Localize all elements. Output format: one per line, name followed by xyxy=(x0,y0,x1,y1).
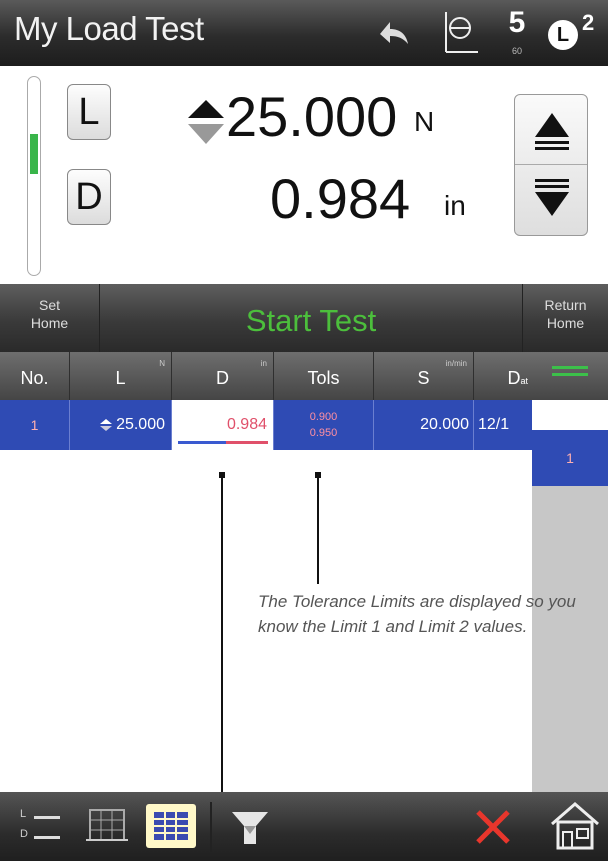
filter-icon[interactable] xyxy=(228,806,272,850)
home-icon[interactable] xyxy=(548,800,602,852)
title-bar: My Load Test 5 60 L 2 xyxy=(0,0,608,66)
col-header-speed-label: S xyxy=(417,368,430,388)
row-displacement: 0.984 xyxy=(172,400,274,450)
col-header-disp-label: D xyxy=(216,368,229,388)
return-home-label-2: Home xyxy=(546,315,585,331)
jog-down-button[interactable] xyxy=(515,165,587,235)
return-home-label-1: Return xyxy=(544,297,587,313)
page-title: My Load Test xyxy=(14,10,204,47)
tolerance-leader-dot xyxy=(315,472,321,478)
row-tolerances: 0.900 0.950 xyxy=(274,400,374,450)
load-unit: N xyxy=(414,106,435,137)
row-number: 1 xyxy=(0,400,70,450)
jog-control xyxy=(514,94,588,236)
chart-reference-icon[interactable] xyxy=(440,8,480,58)
command-bar: Set Home Start Test Return Home xyxy=(0,284,608,352)
column-menu-button[interactable] xyxy=(532,352,608,400)
menu-lines-icon xyxy=(552,366,588,376)
load-reading: 25.000 xyxy=(226,85,398,148)
jog-down-icon xyxy=(535,179,569,216)
row-displacement-value: 0.984 xyxy=(226,416,267,433)
return-home-button[interactable]: Return Home xyxy=(522,284,608,352)
tension-compression-icon xyxy=(100,418,113,431)
tolerance-callout: The Tolerance Limits are displayed so yo… xyxy=(258,592,576,636)
col-header-tols-label: Tols xyxy=(307,368,340,388)
set-home-label-1: Set xyxy=(38,297,60,313)
page-indicator[interactable]: 1 xyxy=(532,430,608,486)
row-load-value: 25.000 xyxy=(116,416,165,433)
col-header-no-label: No. xyxy=(20,368,49,388)
col-header-disp-unit: in xyxy=(260,359,267,368)
limits-l2-icon[interactable]: L 2 xyxy=(546,10,602,52)
col-header-date-label: D xyxy=(507,368,521,388)
delete-icon[interactable] xyxy=(470,804,516,850)
row-speed: 20.000 xyxy=(374,400,474,450)
tension-compression-icon xyxy=(186,96,226,148)
ld-line-1 xyxy=(34,816,60,819)
set-home-button[interactable]: Set Home xyxy=(0,284,100,352)
displacement-zero-button[interactable]: D xyxy=(67,169,111,225)
col-header-load-label: L xyxy=(115,368,126,388)
row-date: 12/1 xyxy=(478,416,510,433)
jog-up-icon xyxy=(535,113,569,150)
col-header-load-unit: N xyxy=(159,359,165,368)
limits-icon-count: 2 xyxy=(582,10,595,35)
load-level-fill xyxy=(30,134,38,174)
tolerance-leader-line xyxy=(317,476,319,584)
limits-icon-letter: L xyxy=(548,20,578,50)
col-header-speed-unit: in/min xyxy=(445,359,467,368)
readout-panel: L D 25.000 N 0.984 in xyxy=(0,66,608,284)
side-spacer xyxy=(532,400,608,430)
col-header-disp[interactable]: D in xyxy=(172,352,274,400)
ld-line-2 xyxy=(34,836,60,839)
set-home-label-2: Home xyxy=(30,315,69,331)
results-table-header: No. L N D in Tols S in/min Dat xyxy=(0,352,532,400)
load-level-bar xyxy=(27,76,41,276)
units-icon[interactable]: 5 60 xyxy=(500,6,534,58)
displacement-unit: in xyxy=(444,190,466,221)
col-header-no[interactable]: No. xyxy=(0,352,70,400)
displacement-leader-dot xyxy=(219,472,225,478)
displacement-reading: 0.984 xyxy=(270,167,411,230)
ld-label-d: D xyxy=(20,828,28,840)
row-load: 25.000 xyxy=(70,400,172,450)
col-header-date[interactable]: Dat xyxy=(474,352,532,400)
load-displacement-view-icon[interactable]: L D xyxy=(20,804,68,848)
table-row[interactable]: 1 25.000 0.984 0.900 0.950 20.000 12/1 xyxy=(0,400,532,450)
col-header-tols[interactable]: Tols xyxy=(274,352,374,400)
graph-view-icon[interactable] xyxy=(86,806,130,846)
ld-label-l: L xyxy=(20,808,27,820)
tolerance-limit-2: 0.950 xyxy=(309,427,338,439)
col-header-date-sub: at xyxy=(520,376,528,386)
toolbar-separator xyxy=(210,802,212,852)
units-icon-label: 5 xyxy=(508,6,526,39)
jog-up-button[interactable] xyxy=(515,95,587,165)
units-icon-sub: 60 xyxy=(511,46,522,56)
load-zero-button[interactable]: L xyxy=(67,84,111,140)
bottom-toolbar: L D xyxy=(0,792,608,861)
undo-icon[interactable] xyxy=(372,12,416,52)
side-column: 1 xyxy=(532,352,608,792)
tolerance-bar xyxy=(178,441,268,444)
col-header-load[interactable]: L N xyxy=(70,352,172,400)
col-header-speed[interactable]: S in/min xyxy=(374,352,474,400)
tolerance-limit-1: 0.900 xyxy=(309,411,338,423)
table-view-icon[interactable] xyxy=(146,804,196,848)
